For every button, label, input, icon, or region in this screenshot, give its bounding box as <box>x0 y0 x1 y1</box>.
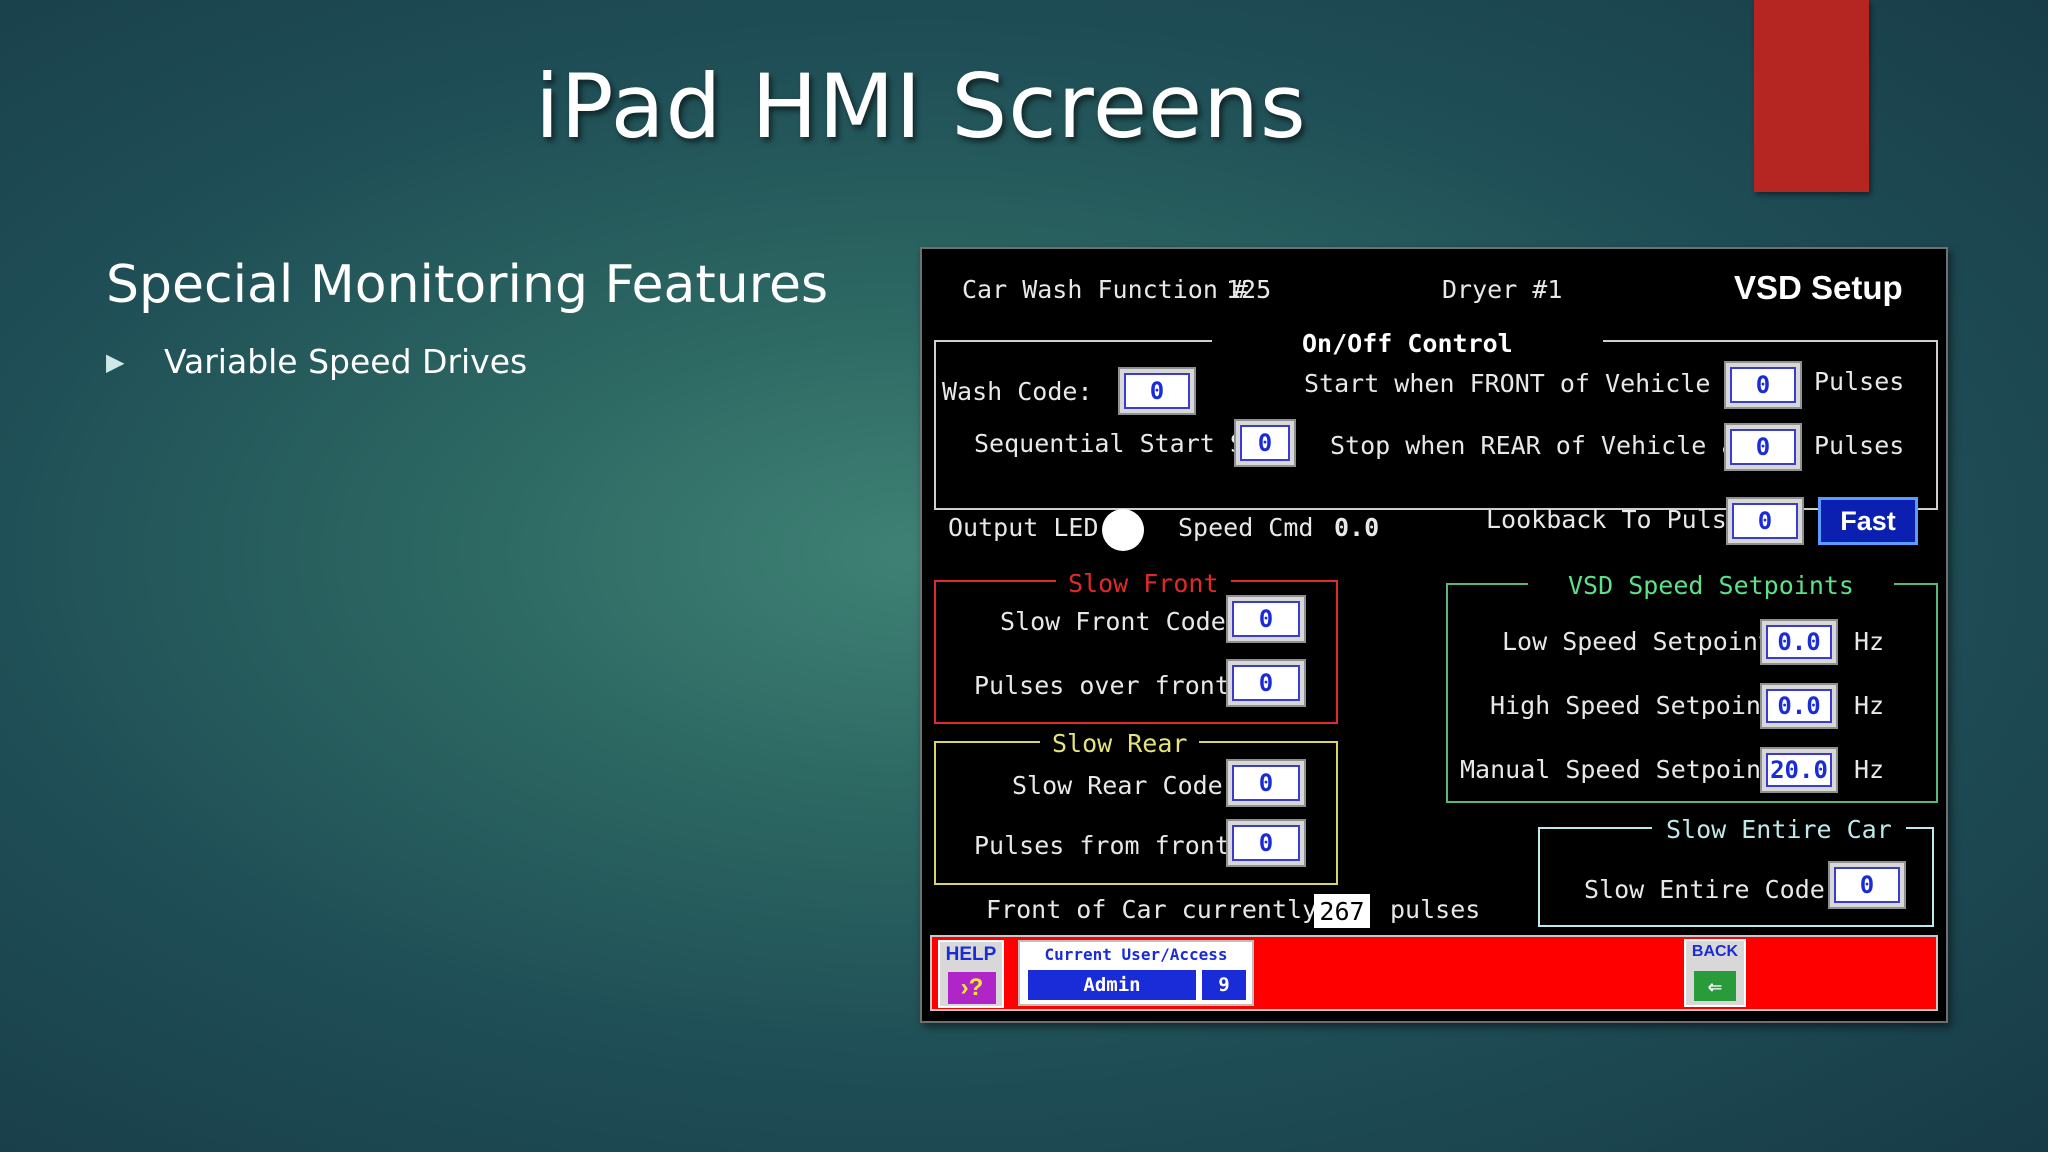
slow-rear-title: Slow Rear <box>1040 729 1200 758</box>
low-speed-unit: Hz <box>1854 627 1885 656</box>
help-button[interactable]: HELP ›? <box>938 940 1004 1008</box>
stop-rear-unit: Pulses <box>1814 431 1905 460</box>
position-value: 267 <box>1314 894 1370 928</box>
position-unit: pulses <box>1390 895 1481 924</box>
slide-subtitle: Special Monitoring Features <box>106 255 829 315</box>
pulses-from-front-field[interactable]: 0 <box>1226 819 1306 867</box>
hmi-panel: Car Wash Function # 125 Dryer #1 VSD Set… <box>920 247 1948 1023</box>
pulses-over-front-label: Pulses over front <box>974 671 1230 700</box>
onoff-title: On/Off Control <box>1212 329 1603 358</box>
slow-front-title: Slow Front <box>1056 569 1231 598</box>
slow-front-code-field[interactable]: 0 <box>1226 595 1306 643</box>
help-label: HELP <box>945 944 997 965</box>
bullet-item: ▶ Variable Speed Drives <box>106 340 527 381</box>
pulses-over-front-field[interactable]: 0 <box>1226 659 1306 707</box>
manual-speed-field[interactable]: 20.0 <box>1760 747 1838 793</box>
seq-start-label: Sequential Start Sp <box>974 429 1260 458</box>
slow-rear-code-field[interactable]: 0 <box>1226 759 1306 807</box>
current-user-box: Current User/Access Admin 9 <box>1018 940 1254 1006</box>
seq-start-field[interactable]: 0 <box>1234 419 1296 467</box>
start-front-unit: Pulses <box>1814 367 1905 396</box>
slow-rear-code-label: Slow Rear Code <box>1012 771 1223 800</box>
footer-bar: HELP ›? Current User/Access Admin 9 BACK… <box>930 935 1938 1011</box>
lookback-field[interactable]: 0 <box>1726 497 1804 545</box>
low-speed-field[interactable]: 0.0 <box>1760 619 1838 665</box>
slow-entire-code-label: Slow Entire Code <box>1584 875 1825 904</box>
manual-speed-label: Manual Speed Setpoint <box>1460 755 1777 784</box>
current-user-name: Admin <box>1028 970 1196 1000</box>
slow-entire-code-field[interactable]: 0 <box>1828 861 1906 909</box>
pulses-from-front-label: Pulses from front <box>974 831 1230 860</box>
speed-cmd-value: 0.0 <box>1334 513 1380 542</box>
wash-code-label: Wash Code: <box>942 377 1093 406</box>
slow-front-code-label: Slow Front Code <box>1000 607 1226 636</box>
function-label: Car Wash Function # <box>962 275 1248 304</box>
speed-cmd-label: Speed Cmd <box>1178 513 1314 542</box>
back-arrow-icon: ⇐ <box>1694 971 1736 1001</box>
output-led <box>1102 509 1144 551</box>
slide-title: iPad HMI Screens <box>535 55 1307 158</box>
low-speed-label: Low Speed Setpoint <box>1502 627 1773 656</box>
help-question-icon: ›? <box>948 972 996 1004</box>
high-speed-label: High Speed Setpoint <box>1490 691 1776 720</box>
high-speed-field[interactable]: 0.0 <box>1760 683 1838 729</box>
fast-button[interactable]: Fast <box>1818 497 1918 545</box>
back-label: BACK <box>1691 943 1739 960</box>
bullet-text: Variable Speed Drives <box>164 342 528 381</box>
lookback-label: Lookback To Pulse <box>1486 505 1742 534</box>
dryer-label: Dryer #1 <box>1442 275 1563 304</box>
vsd-title: VSD Speed Setpoints <box>1528 571 1894 600</box>
bullet-arrow-icon: ▶ <box>106 347 125 376</box>
stop-rear-field[interactable]: 0 <box>1724 423 1802 471</box>
red-accent-tab <box>1754 0 1869 192</box>
position-label: Front of Car currently @ <box>986 895 1348 924</box>
wash-code-field[interactable]: 0 <box>1118 367 1196 415</box>
high-speed-unit: Hz <box>1854 691 1885 720</box>
screen-title: VSD Setup <box>1734 269 1903 306</box>
output-led-label: Output LED <box>948 513 1099 542</box>
start-front-label: Start when FRONT of Vehicle at <box>1304 369 1756 398</box>
back-button[interactable]: BACK ⇐ <box>1684 939 1746 1007</box>
slow-entire-title: Slow Entire Car <box>1652 815 1906 844</box>
stop-rear-label: Stop when REAR of Vehicle at <box>1330 431 1752 460</box>
current-user-label: Current User/Access <box>1044 945 1228 964</box>
function-number: 125 <box>1226 275 1272 304</box>
manual-speed-unit: Hz <box>1854 755 1885 784</box>
current-user-level: 9 <box>1202 970 1246 1000</box>
start-front-field[interactable]: 0 <box>1724 361 1802 409</box>
